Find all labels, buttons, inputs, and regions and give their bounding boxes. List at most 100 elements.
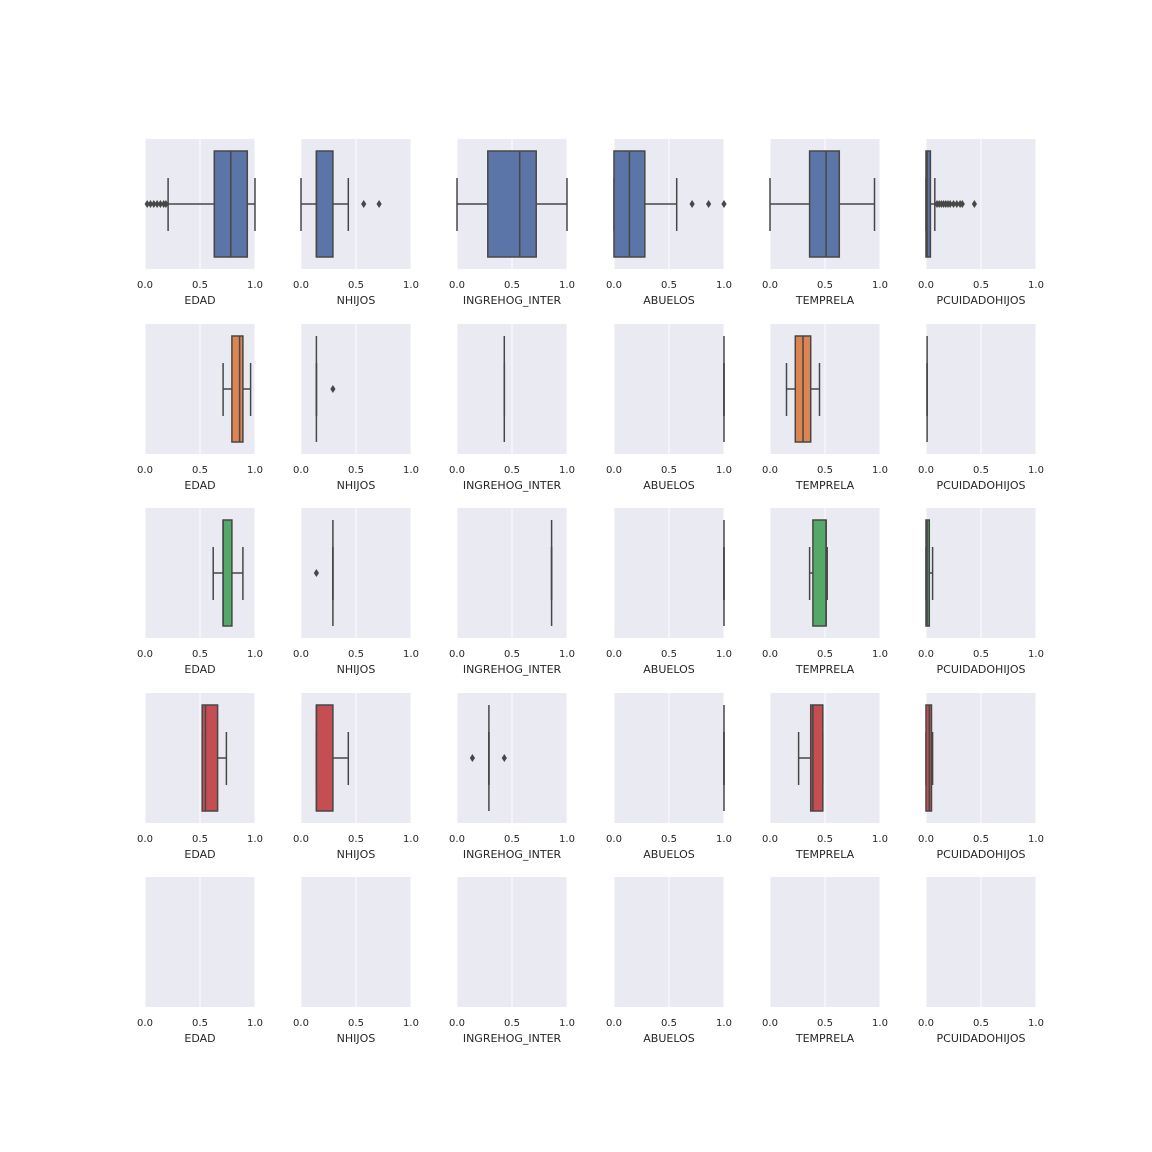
x-tick-label: 1.0 — [559, 465, 575, 476]
x-tick-label: 0.5 — [973, 465, 989, 476]
x-axis-label: ABUELOS — [643, 479, 694, 492]
x-axis-label: TEMPRELA — [795, 479, 855, 492]
x-tick-label: 1.0 — [559, 1018, 575, 1029]
x-tick-label: 0.5 — [348, 280, 364, 291]
x-tick-label: 0.5 — [192, 649, 208, 660]
x-axis-label: TEMPRELA — [795, 663, 855, 676]
x-tick-label: 0.5 — [504, 649, 520, 660]
panel-r4-nhijos: 0.0 0.5 1.0 NHIJOS — [293, 693, 419, 861]
x-axis-label: PCUIDADOHIJOS — [937, 848, 1026, 861]
x-tick-label: 0.0 — [449, 1018, 465, 1029]
panel-r3-abuelos: 0.0 0.5 1.0 ABUELOS — [606, 508, 732, 676]
x-tick-label: 0.5 — [973, 649, 989, 660]
x-tick-label: 0.0 — [606, 1018, 622, 1029]
iqr-box — [315, 150, 334, 258]
panel-r5-nhijos: 0.0 0.5 1.0 NHIJOS — [293, 877, 419, 1045]
x-axis-label: EDAD — [184, 848, 215, 861]
panel-r3-pcuidadohijos: 0.0 0.5 1.0PCUIDADOHIJOS — [918, 508, 1044, 676]
boxplot-grid-figure: 0.0 0.5 1.0 EDAD 0.0 0.5 1.0 NHIJOS 0.0 0.5 1.0 ING… — [137, 139, 1044, 1045]
panel-r3-nhijos: 0.0 0.5 1.0 NHIJOS — [293, 508, 419, 676]
x-tick-label: 0.0 — [449, 834, 465, 845]
x-tick-label: 1.0 — [872, 280, 888, 291]
x-axis-label: TEMPRELA — [795, 294, 855, 307]
panel-r2-pcuidadohijos: 0.0 0.5 1.0PCUIDADOHIJOS — [918, 324, 1044, 492]
x-tick-label: 0.5 — [661, 280, 677, 291]
panel-r2-edad: 0.0 0.5 1.0 EDAD — [137, 324, 263, 492]
x-tick-label: 0.0 — [762, 280, 778, 291]
x-axis-label: PCUIDADOHIJOS — [937, 294, 1026, 307]
x-tick-label: 0.5 — [504, 1018, 520, 1029]
x-tick-label: 1.0 — [1028, 465, 1044, 476]
panel-r4-edad: 0.0 0.5 1.0 EDAD — [137, 693, 263, 861]
x-tick-label: 0.5 — [348, 1018, 364, 1029]
x-tick-label: 0.5 — [348, 834, 364, 845]
x-axis-label: NHIJOS — [337, 663, 376, 676]
x-axis-label: EDAD — [184, 479, 215, 492]
iqr-box — [231, 335, 244, 443]
x-tick-label: 0.0 — [918, 465, 934, 476]
x-tick-label: 0.0 — [137, 280, 153, 291]
x-tick-label: 0.0 — [762, 1018, 778, 1029]
x-tick-label: 1.0 — [872, 465, 888, 476]
x-axis-label: EDAD — [184, 663, 215, 676]
x-tick-label: 0.5 — [973, 1018, 989, 1029]
x-axis-label: INGREHOG_INTER — [463, 1032, 562, 1045]
panel-r3-edad: 0.0 0.5 1.0 EDAD — [137, 508, 263, 676]
x-tick-label: 0.5 — [504, 280, 520, 291]
x-tick-label: 0.5 — [504, 465, 520, 476]
x-axis-label: INGREHOG_INTER — [463, 848, 562, 861]
x-tick-label: 1.0 — [403, 280, 419, 291]
x-tick-label: 0.5 — [817, 280, 833, 291]
x-tick-label: 1.0 — [403, 1018, 419, 1029]
x-tick-label: 1.0 — [716, 465, 732, 476]
panel-r4-pcuidadohijos: 0.0 0.5 1.0PCUIDADOHIJOS — [918, 693, 1044, 861]
x-tick-label: 1.0 — [559, 649, 575, 660]
x-tick-label: 0.0 — [918, 649, 934, 660]
x-axis-label: PCUIDADOHIJOS — [937, 663, 1026, 676]
x-tick-label: 0.0 — [606, 649, 622, 660]
x-axis-label: TEMPRELA — [795, 848, 855, 861]
x-tick-label: 0.0 — [449, 280, 465, 291]
iqr-box — [315, 704, 334, 812]
x-tick-label: 0.5 — [973, 834, 989, 845]
x-tick-label: 0.0 — [293, 465, 309, 476]
x-tick-label: 0.5 — [504, 834, 520, 845]
panel-r1-ingrehog_inter: 0.0 0.5 1.0 INGREHOG_INTER — [449, 139, 575, 307]
x-tick-label: 0.0 — [137, 465, 153, 476]
x-tick-label: 0.0 — [762, 465, 778, 476]
panel-r4-temprela: 0.0 0.5 1.0 TEMPRELA — [762, 693, 888, 861]
panel-r1-pcuidadohijos: 0.0 0.5 1.0PCUIDADOHIJOS — [918, 139, 1044, 307]
x-tick-label: 0.0 — [137, 649, 153, 660]
x-tick-label: 1.0 — [1028, 834, 1044, 845]
x-tick-label: 1.0 — [247, 280, 263, 291]
x-tick-label: 0.5 — [192, 834, 208, 845]
x-tick-label: 0.5 — [348, 649, 364, 660]
x-tick-label: 1.0 — [247, 1018, 263, 1029]
x-tick-label: 0.0 — [449, 649, 465, 660]
panel-r4-abuelos: 0.0 0.5 1.0 ABUELOS — [606, 693, 732, 861]
panel-r2-abuelos: 0.0 0.5 1.0 ABUELOS — [606, 324, 732, 492]
x-tick-label: 0.5 — [661, 1018, 677, 1029]
panel-r5-temprela: 0.0 0.5 1.0 TEMPRELA — [762, 877, 888, 1045]
x-tick-label: 1.0 — [559, 280, 575, 291]
x-tick-label: 1.0 — [1028, 649, 1044, 660]
x-tick-label: 0.5 — [661, 465, 677, 476]
x-axis-label: TEMPRELA — [795, 1032, 855, 1045]
x-tick-label: 1.0 — [403, 834, 419, 845]
x-tick-label: 0.0 — [918, 1018, 934, 1029]
x-tick-label: 0.5 — [817, 834, 833, 845]
x-axis-label: NHIJOS — [337, 294, 376, 307]
x-tick-label: 0.0 — [293, 280, 309, 291]
x-tick-label: 1.0 — [716, 834, 732, 845]
iqr-box — [487, 150, 537, 258]
x-axis-label: NHIJOS — [337, 479, 376, 492]
x-axis-label: INGREHOG_INTER — [463, 663, 562, 676]
x-tick-label: 0.0 — [293, 649, 309, 660]
panel-r2-nhijos: 0.0 0.5 1.0 NHIJOS — [293, 324, 419, 492]
x-axis-label: NHIJOS — [337, 1032, 376, 1045]
x-tick-label: 1.0 — [559, 834, 575, 845]
panel-r3-temprela: 0.0 0.5 1.0 TEMPRELA — [762, 508, 888, 676]
x-tick-label: 1.0 — [716, 1018, 732, 1029]
x-axis-label: ABUELOS — [643, 1032, 694, 1045]
panel-r2-ingrehog_inter: 0.0 0.5 1.0 INGREHOG_INTER — [449, 324, 575, 492]
